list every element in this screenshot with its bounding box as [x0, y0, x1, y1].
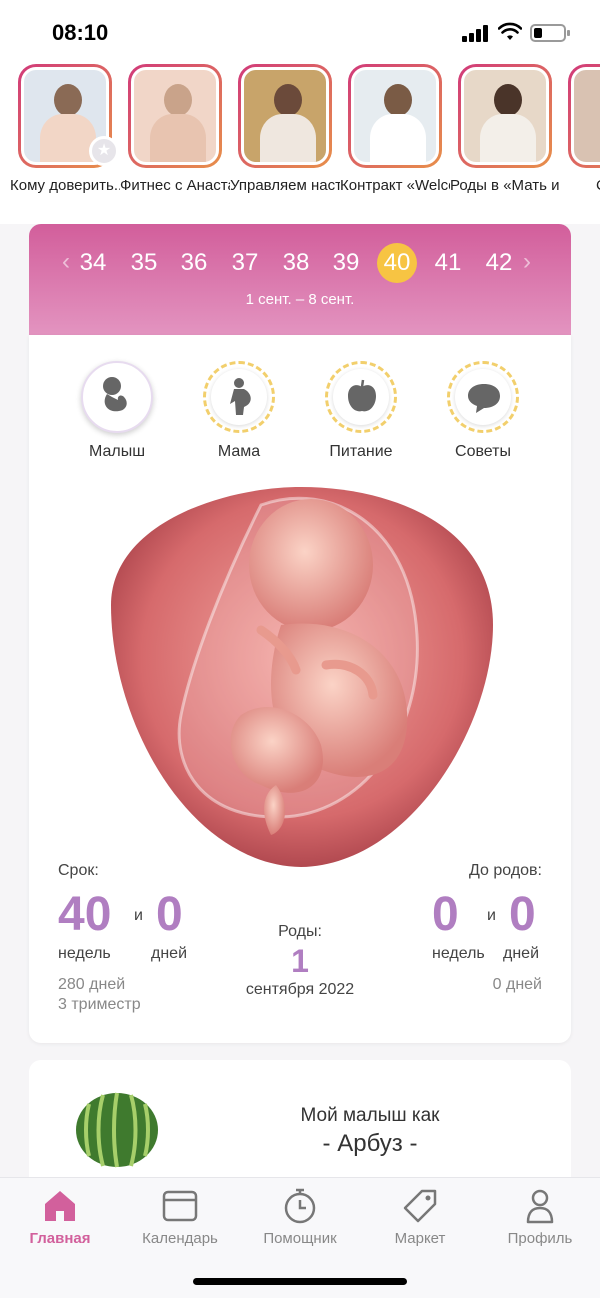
wifi-icon [498, 22, 522, 40]
week-date-range: 1 сент. – 8 сент. [245, 291, 355, 308]
category-label: Мама [217, 443, 261, 460]
remaining-label: До родов: [469, 862, 542, 879]
story-caption: Контракт «Welcome... [340, 177, 450, 194]
story-caption: С [568, 176, 600, 195]
category-nutrition[interactable]: Питание [316, 361, 406, 461]
fruit-title: Мой малыш как [300, 1105, 440, 1126]
baby-size-card[interactable]: Мой малыш как - Арбуз - [29, 1060, 571, 1190]
category-label: Питание [329, 443, 393, 460]
story-caption: Фитнес с Анастасие... [120, 177, 230, 194]
home-icon [45, 1191, 75, 1221]
week-item[interactable]: 39 [325, 244, 367, 282]
week-item[interactable]: 42 [478, 244, 520, 282]
week-item[interactable]: 34 [72, 244, 114, 282]
story-thumbnail [351, 67, 439, 165]
tab-assistant[interactable]: Помощник [240, 1188, 360, 1247]
home-indicator [193, 1278, 407, 1285]
pregnant-woman-icon [230, 378, 251, 415]
birth-month-year: сентября 2022 [245, 981, 355, 998]
remaining-days-value: 0 [509, 888, 536, 941]
week-item[interactable]: 38 [275, 244, 317, 282]
tab-label: Календарь [142, 1230, 218, 1247]
birth-label: Роды: [278, 923, 322, 940]
baby-icon [103, 377, 127, 412]
story-caption: Управляем настроени... [230, 177, 340, 194]
star-icon: ★ [89, 136, 119, 166]
apple-icon [348, 379, 376, 412]
tab-label: Маркет [394, 1230, 446, 1247]
week-item[interactable]: 35 [123, 244, 165, 282]
status-bar: 08:10 [0, 0, 600, 62]
story-item[interactable]: Управляем настроени... [230, 64, 340, 195]
remaining-weeks-value: 0 [432, 888, 459, 941]
week-selector: ‹ 34 35 36 37 38 39 40 41 42 › 1 сент. –… [29, 224, 571, 335]
week-list: ‹ 34 35 36 37 38 39 40 41 42 › [29, 243, 571, 283]
story-item[interactable]: Фитнес с Анастасие... [120, 64, 230, 195]
profile-icon [526, 1189, 554, 1224]
tab-calendar[interactable]: Календарь [120, 1188, 240, 1247]
status-time: 08:10 [52, 20, 109, 45]
birth-day: 1 [291, 943, 309, 979]
week-item[interactable]: 41 [427, 244, 469, 282]
category-tips[interactable]: Советы [438, 361, 528, 461]
battery-icon [530, 24, 570, 42]
story-item[interactable]: Роды в «Мать и Д... [450, 64, 560, 195]
remaining-days-unit: дней [503, 945, 540, 962]
pregnancy-card: Малыш Мама Питание Советы Срок: 40 и 0 н… [29, 335, 571, 1043]
category-mom[interactable]: Мама [194, 361, 284, 461]
stopwatch-icon [284, 1188, 316, 1224]
remaining-total-days: 0 дней [492, 976, 542, 993]
story-item[interactable]: Кому доверить... [10, 64, 120, 195]
story-thumbnail [571, 67, 600, 165]
chevron-right-icon[interactable]: › [523, 248, 531, 276]
category-label: Советы [455, 443, 511, 460]
story-caption: Роды в «Мать и Д... [450, 177, 560, 194]
tab-label: Помощник [263, 1230, 337, 1247]
story-thumbnail [461, 67, 549, 165]
calendar-icon [162, 1190, 198, 1222]
tab-label: Профиль [507, 1230, 573, 1247]
tab-label: Главная [29, 1230, 91, 1247]
chevron-left-icon[interactable]: ‹ [62, 248, 70, 276]
tab-home[interactable]: Главная [0, 1188, 120, 1247]
stories-row: Кому доверить... ★ Фитнес с Анастасие...… [0, 62, 600, 224]
tab-profile[interactable]: Профиль [480, 1188, 600, 1247]
story-thumbnail [131, 67, 219, 165]
week-item[interactable]: 37 [224, 244, 266, 282]
week-item[interactable]: 36 [173, 244, 215, 282]
tag-icon [403, 1189, 437, 1223]
story-thumbnail [241, 67, 329, 165]
tab-market[interactable]: Маркет [360, 1188, 480, 1247]
category-baby[interactable]: Малыш [72, 361, 162, 461]
category-label: Малыш [88, 443, 146, 460]
chat-bubble-icon [468, 384, 500, 413]
story-item[interactable]: С [568, 64, 600, 195]
week-item-selected[interactable]: 40 [377, 243, 417, 283]
term-label: Срок: [58, 862, 99, 879]
story-item[interactable]: Контракт «Welcome... [340, 64, 450, 195]
fruit-name: - Арбуз - [322, 1130, 418, 1157]
remaining-and: и [487, 907, 496, 924]
remaining-weeks-unit: недель [432, 945, 485, 962]
watermelon-icon [76, 1092, 158, 1168]
cellular-signal-icon [462, 24, 490, 42]
story-caption: Кому доверить... [10, 177, 120, 194]
fetus-illustration [111, 487, 493, 867]
